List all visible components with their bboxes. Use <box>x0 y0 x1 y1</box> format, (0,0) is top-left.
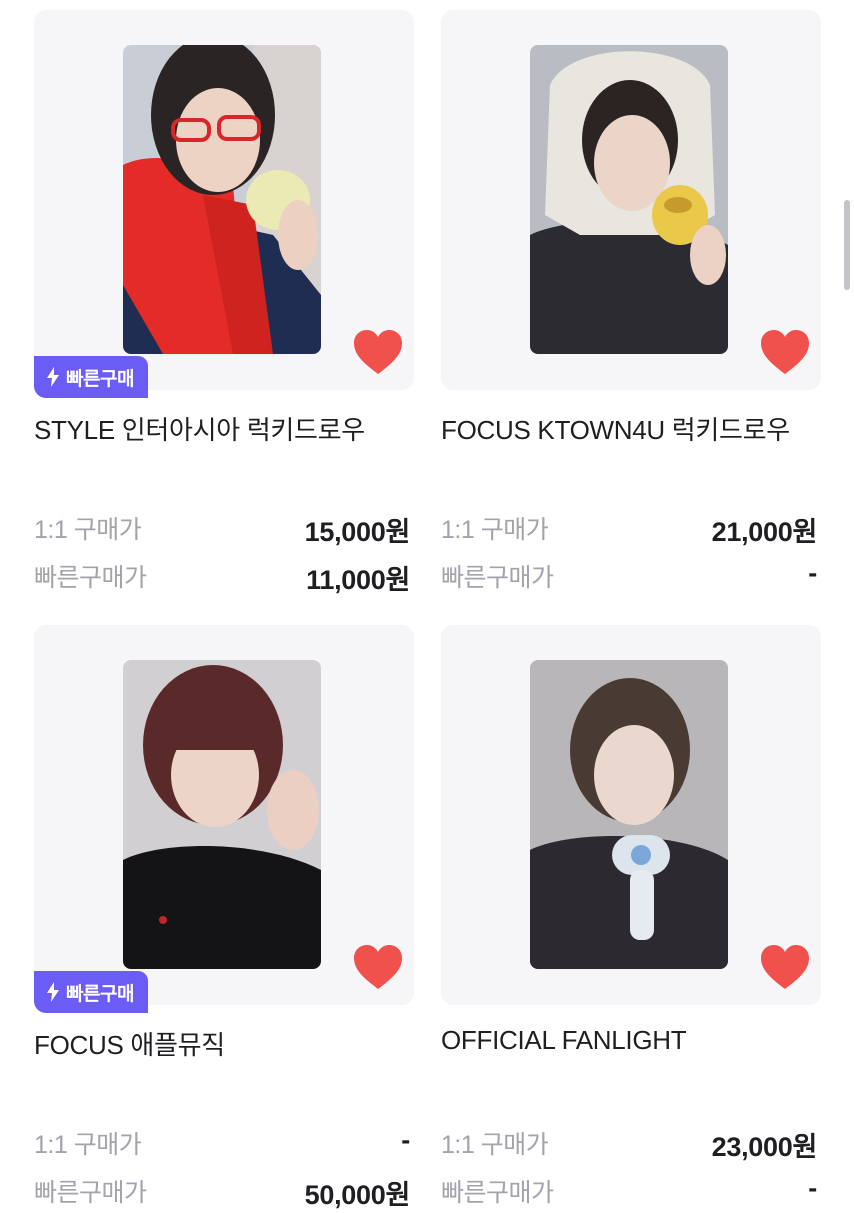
heart-icon[interactable] <box>759 943 811 991</box>
product-grid: 빠른구매 STYLE 인터아시아 럭키드로우 1:1 구매가 15,000원 빠… <box>0 0 854 1210</box>
product-photo <box>123 660 321 969</box>
price-row-1to1: 1:1 구매가 23,000원 <box>441 1125 817 1165</box>
price-value: - <box>808 1173 817 1203</box>
price-value: 50,000원 <box>304 1180 411 1210</box>
product-title[interactable]: OFFICIAL FANLIGHT <box>441 1025 841 1056</box>
price-row-fast: 빠른구매가 50,000원 <box>34 1173 410 1213</box>
product-thumbnail[interactable] <box>441 625 821 1005</box>
price-value: - <box>401 1125 410 1155</box>
heart-icon[interactable] <box>352 943 404 991</box>
price-row-1to1: 1:1 구매가 15,000원 <box>34 510 410 550</box>
lightning-icon <box>46 982 60 1002</box>
price-row-1to1: 1:1 구매가 21,000원 <box>441 510 817 550</box>
product-photo <box>530 45 728 354</box>
product-photo <box>530 660 728 969</box>
product-photo <box>123 45 321 354</box>
price-label: 1:1 구매가 <box>34 1131 142 1159</box>
product-title[interactable]: STYLE 인터아시아 럭키드로우 <box>34 410 434 447</box>
price-value: 11,000원 <box>306 565 410 595</box>
price-row-fast: 빠른구매가 - <box>441 1173 817 1213</box>
price-value: - <box>808 558 817 588</box>
price-value: 21,000원 <box>711 517 818 547</box>
lightning-icon <box>46 367 60 387</box>
price-label: 빠른구매가 <box>441 564 554 592</box>
price-row-1to1: 1:1 구매가 - <box>34 1125 410 1165</box>
price-label: 빠른구매가 <box>34 564 147 592</box>
product-thumbnail[interactable] <box>34 625 414 1005</box>
product-title[interactable]: FOCUS 애플뮤직 <box>34 1025 434 1062</box>
price-row-fast: 빠른구매가 - <box>441 558 817 598</box>
product-thumbnail[interactable] <box>441 10 821 390</box>
price-label: 1:1 구매가 <box>441 1131 549 1159</box>
badge-label: 빠른구매 <box>66 983 134 1005</box>
price-value: 23,000원 <box>711 1132 818 1162</box>
price-label: 빠른구매가 <box>34 1179 147 1207</box>
fast-purchase-badge: 빠른구매 <box>34 971 148 1013</box>
product-title[interactable]: FOCUS KTOWN4U 럭키드로우 <box>441 410 841 447</box>
heart-icon[interactable] <box>352 328 404 376</box>
heart-icon[interactable] <box>759 328 811 376</box>
price-label: 빠른구매가 <box>441 1179 554 1207</box>
price-value: 15,000원 <box>304 517 411 547</box>
product-thumbnail[interactable] <box>34 10 414 390</box>
price-label: 1:1 구매가 <box>34 516 142 544</box>
fast-purchase-badge: 빠른구매 <box>34 356 148 398</box>
price-row-fast: 빠른구매가 11,000원 <box>34 558 410 598</box>
scrollbar[interactable] <box>844 200 850 290</box>
badge-label: 빠른구매 <box>66 368 134 390</box>
price-label: 1:1 구매가 <box>441 516 549 544</box>
